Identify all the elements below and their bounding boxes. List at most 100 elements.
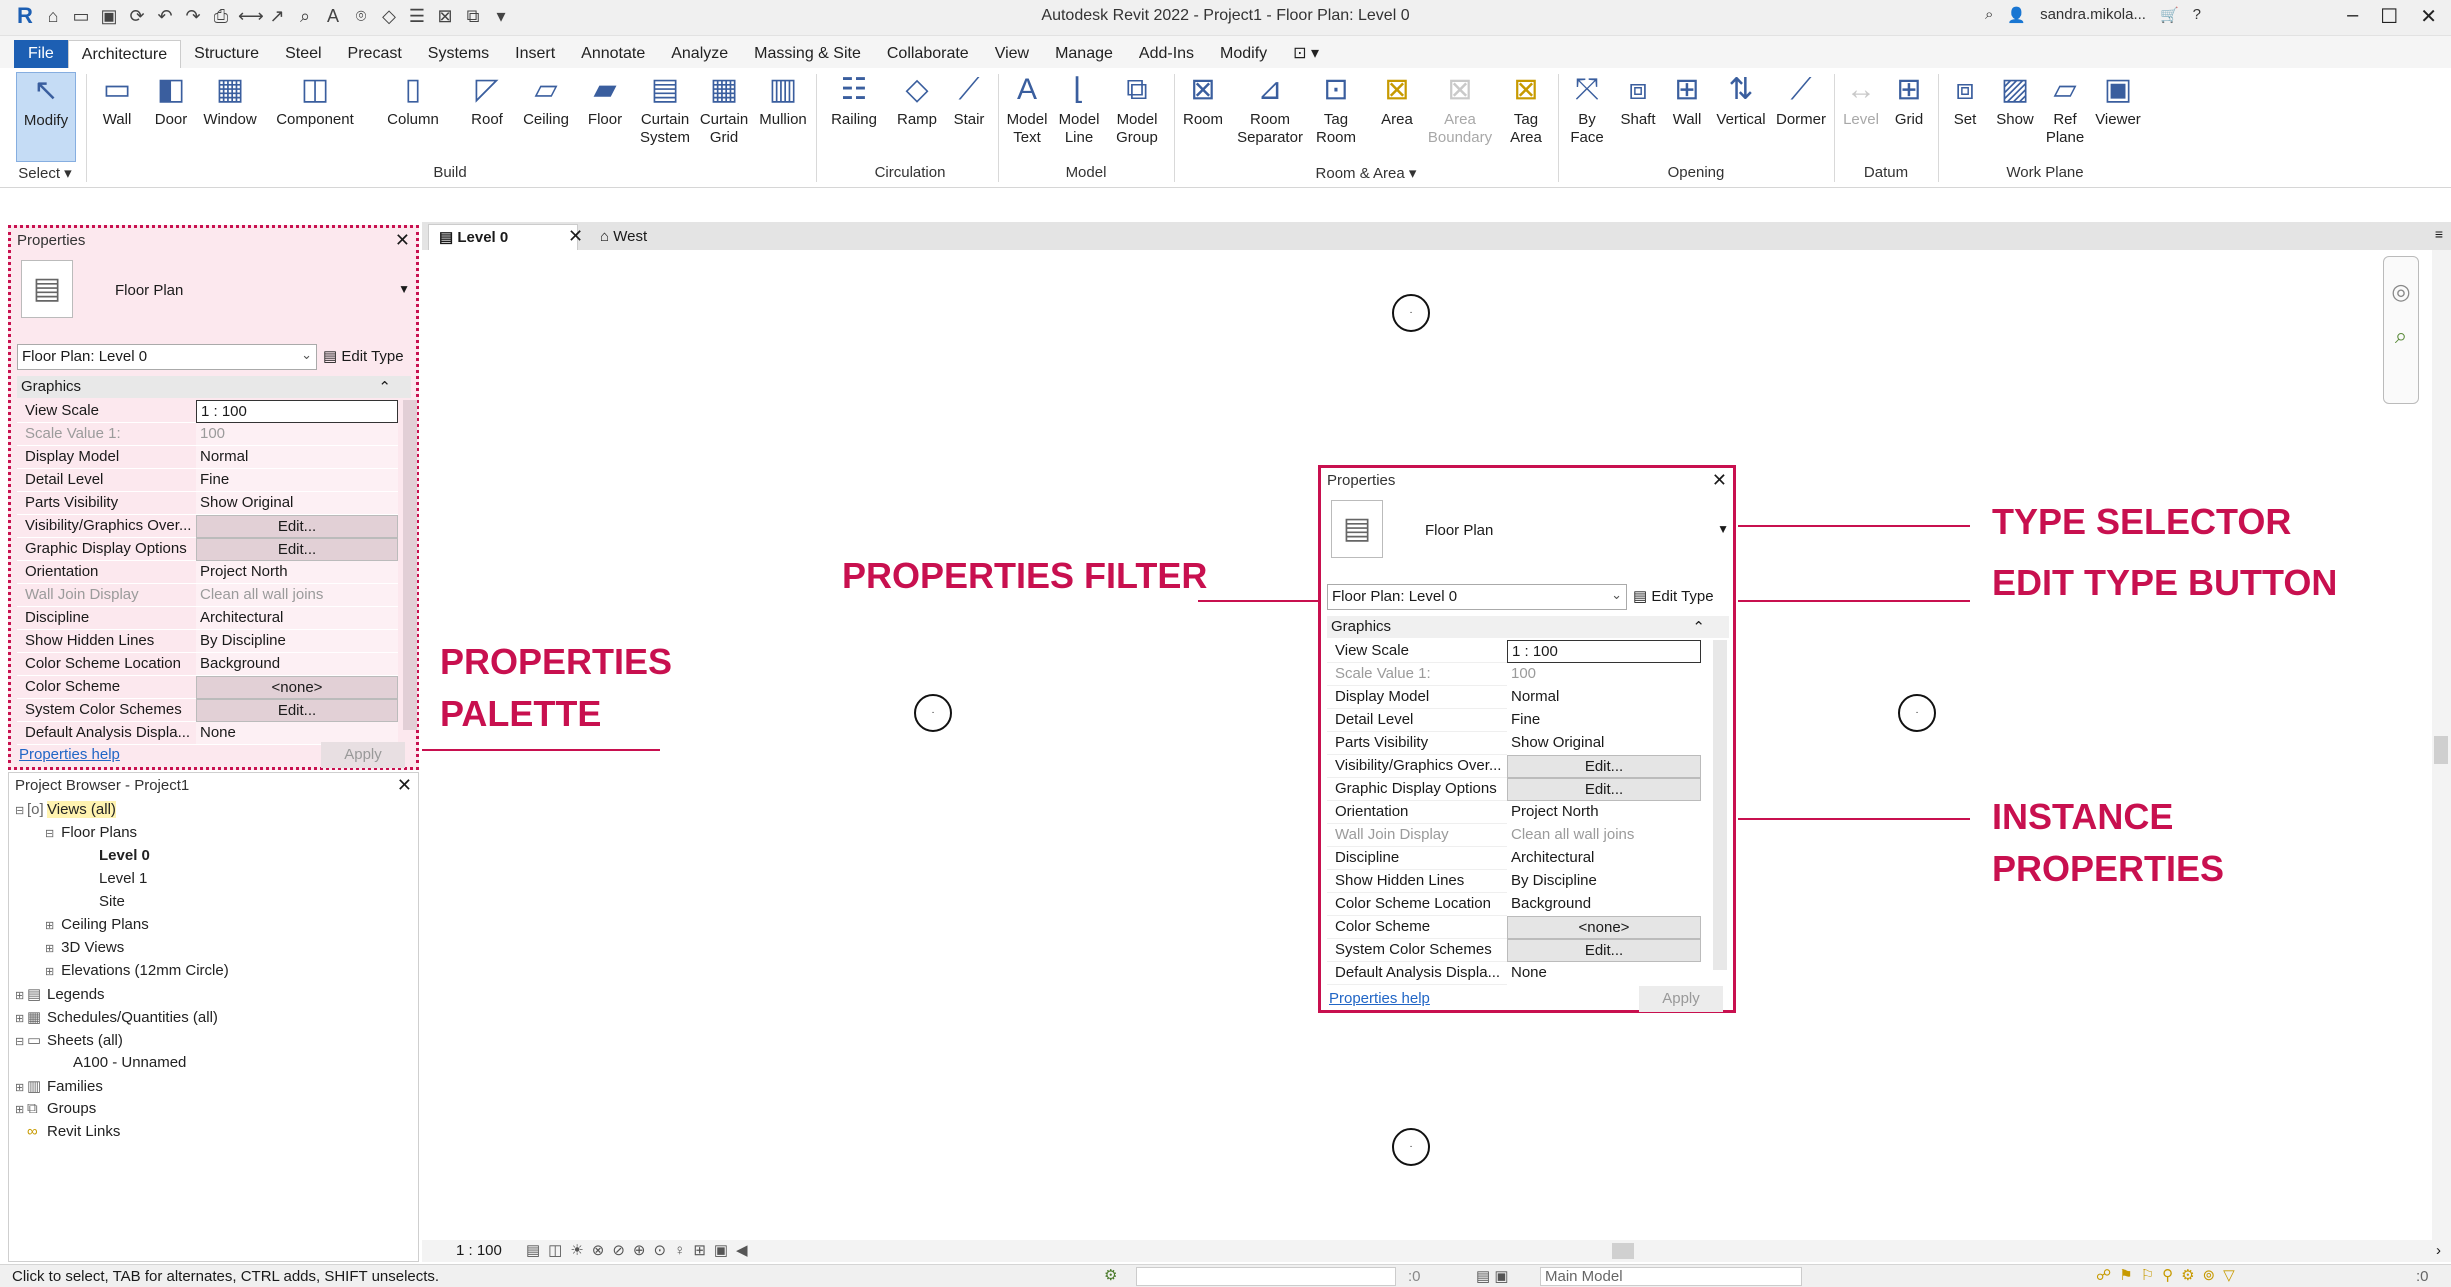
color-scheme-button[interactable]: <none> — [196, 676, 398, 699]
property-value[interactable]: Normal — [196, 446, 398, 469]
elevation-marker-west[interactable]: · — [914, 694, 952, 732]
property-value[interactable]: By Discipline — [196, 630, 398, 653]
viewer-button[interactable]: ▣ Viewer — [2090, 72, 2146, 129]
shaft-button[interactable]: ⧈ Shaft — [1614, 72, 1662, 129]
tree-item-views[interactable]: ⊟ [o] Views (all) — [15, 801, 116, 818]
tab-steel[interactable]: Steel — [272, 40, 334, 68]
edit-button[interactable]: Edit... — [1507, 755, 1701, 778]
set-button[interactable]: ⧈ Set — [1942, 72, 1988, 129]
edit-type-button[interactable]: ▤ Edit Type — [1633, 584, 1714, 610]
select-dropdown[interactable]: Select ▾ — [10, 164, 80, 182]
edit-button[interactable]: Edit... — [196, 515, 398, 538]
property-value[interactable]: Show Original — [196, 492, 398, 515]
help-icon[interactable]: ? — [2193, 6, 2201, 24]
selection-filter-icons[interactable]: ☍⚑⚐⚲⚙⊚▽ — [2096, 1266, 2243, 1284]
properties-filter[interactable]: Floor Plan: Level 0 ⌄ — [1327, 584, 1627, 610]
color-scheme-button[interactable]: <none> — [1507, 916, 1701, 939]
dormer-button[interactable]: ⟋ Dormer — [1772, 72, 1830, 129]
tree-item-site[interactable]: Site — [99, 893, 125, 910]
model-line-button[interactable]: ⌊ Model Line — [1054, 72, 1104, 147]
properties-filter[interactable]: Floor Plan: Level 0 ⌄ — [17, 344, 317, 370]
expand-toggle-icon[interactable]: ⊞ — [45, 942, 57, 955]
properties-help-link[interactable]: Properties help — [19, 746, 120, 763]
tab-insert[interactable]: Insert — [502, 40, 568, 68]
property-row[interactable]: System Color Schemes Edit... — [1327, 939, 1701, 962]
user-name[interactable]: sandra.mikola... — [2040, 6, 2146, 24]
wall-opening-button[interactable]: ⊞ Wall — [1664, 72, 1710, 129]
property-row[interactable]: Orientation Project North — [17, 561, 398, 584]
ramp-button[interactable]: ◇ Ramp — [892, 72, 942, 129]
vertical-scrollbar[interactable] — [2432, 250, 2451, 1240]
ceiling-button[interactable]: ▱ Ceiling — [516, 72, 576, 129]
tab-add-ins[interactable]: Add-Ins — [1126, 40, 1207, 68]
property-row[interactable]: Detail Level Fine — [1327, 709, 1701, 732]
design-option-dropdown[interactable]: Main Model — [1540, 1267, 1802, 1286]
tab-systems[interactable]: Systems — [415, 40, 502, 68]
graphics-group-header[interactable]: Graphics ⌃ — [17, 376, 411, 398]
property-row[interactable]: Orientation Project North — [1327, 801, 1701, 824]
apply-button[interactable]: Apply — [321, 742, 405, 768]
tag-area-button[interactable]: ⊠ Tag Area — [1500, 72, 1552, 147]
type-selector[interactable]: ▤ Floor Plan ▼ — [1327, 496, 1729, 576]
view-control-icons[interactable]: ▤◫☀⊗⊘⊕⊙♀⊞▣◀ — [526, 1241, 756, 1259]
tab-structure[interactable]: Structure — [181, 40, 272, 68]
property-row[interactable]: Default Analysis Displa... None — [1327, 962, 1701, 985]
worksets-icon[interactable]: ⚙ — [1104, 1266, 1117, 1284]
tab-modify[interactable]: Modify — [1207, 40, 1280, 68]
scrollbar[interactable] — [1713, 640, 1727, 970]
view-scale[interactable]: 1 : 100 — [456, 1242, 502, 1259]
tab-menu-icon[interactable]: ≡ — [2435, 226, 2443, 242]
tree-item-schedules[interactable]: ⊞ ▦ Schedules/Quantities (all) — [15, 1008, 218, 1026]
workset-dropdown[interactable] — [1136, 1267, 1396, 1286]
apply-button[interactable]: Apply — [1639, 986, 1723, 1012]
column-button[interactable]: ▯ Column — [382, 72, 444, 129]
user-icon[interactable]: 👤 — [2007, 6, 2026, 24]
property-value[interactable]: Normal — [1507, 686, 1701, 709]
curtain-system-button[interactable]: ▤ Curtain System — [636, 72, 694, 147]
property-row[interactable]: Graphic Display Options Edit... — [1327, 778, 1701, 801]
property-row[interactable]: Discipline Architectural — [17, 607, 398, 630]
property-row[interactable]: Visibility/Graphics Over... Edit... — [1327, 755, 1701, 778]
property-value[interactable]: Project North — [1507, 801, 1701, 824]
properties-help-link[interactable]: Properties help — [1329, 990, 1430, 1007]
type-selector[interactable]: ▤ Floor Plan ▼ — [17, 256, 410, 336]
steering-wheel-icon[interactable]: ◎ — [2384, 279, 2418, 305]
maximize-button[interactable]: ☐ — [2380, 4, 2398, 29]
tab-precast[interactable]: Precast — [335, 40, 415, 68]
floor-button[interactable]: ▰ Floor — [580, 72, 630, 129]
collapse-toggle-icon[interactable]: ⊟ — [15, 1035, 27, 1048]
tab-manage[interactable]: Manage — [1042, 40, 1126, 68]
mullion-button[interactable]: ▥ Mullion — [754, 72, 812, 129]
scroll-thumb[interactable] — [2434, 736, 2448, 764]
property-row[interactable]: View Scale 1 : 100 — [17, 400, 398, 423]
window-button[interactable]: ▦ Window — [198, 72, 262, 129]
tab-view[interactable]: View — [982, 40, 1042, 68]
tag-room-button[interactable]: ⊡ Tag Room — [1310, 72, 1362, 147]
property-row[interactable]: Graphic Display Options Edit... — [17, 538, 398, 561]
tab-massing-site[interactable]: Massing & Site — [741, 40, 874, 68]
tab-level-0[interactable]: ▤ Level 0 — [428, 224, 578, 250]
tree-item-elevations[interactable]: ⊞ Elevations (12mm Circle) — [45, 962, 229, 979]
property-value[interactable]: Project North — [196, 561, 398, 584]
collapse-toggle-icon[interactable]: ⊟ — [15, 804, 27, 817]
room-area-group-label[interactable]: Room & Area ▾ — [1178, 164, 1554, 182]
property-value[interactable]: By Discipline — [1507, 870, 1701, 893]
tree-item-floor-plans[interactable]: ⊟ Floor Plans — [45, 824, 137, 841]
property-row[interactable]: Show Hidden Lines By Discipline — [17, 630, 398, 653]
property-value[interactable]: Show Original — [1507, 732, 1701, 755]
property-row[interactable]: Parts Visibility Show Original — [1327, 732, 1701, 755]
roof-button[interactable]: ◸ Roof — [462, 72, 512, 129]
property-row[interactable]: Display Model Normal — [1327, 686, 1701, 709]
design-options-icon[interactable]: ▤ ▣ — [1476, 1267, 1509, 1285]
tree-item-level-1[interactable]: Level 1 — [99, 870, 147, 887]
scroll-right-icon[interactable]: › — [2436, 1242, 2441, 1259]
edit-type-button[interactable]: ▤ Edit Type — [323, 344, 404, 370]
scrollbar[interactable] — [403, 400, 417, 730]
elevation-marker-north[interactable]: · — [1392, 294, 1430, 332]
room-separator-button[interactable]: ⊿ Room Separator — [1230, 72, 1310, 147]
property-row[interactable]: Color Scheme Location Background — [1327, 893, 1701, 916]
modify-button[interactable]: ↖ Modify — [16, 72, 76, 162]
edit-button[interactable]: Edit... — [196, 538, 398, 561]
area-button[interactable]: ⊠ Area — [1372, 72, 1422, 129]
property-value[interactable]: Background — [196, 653, 398, 676]
